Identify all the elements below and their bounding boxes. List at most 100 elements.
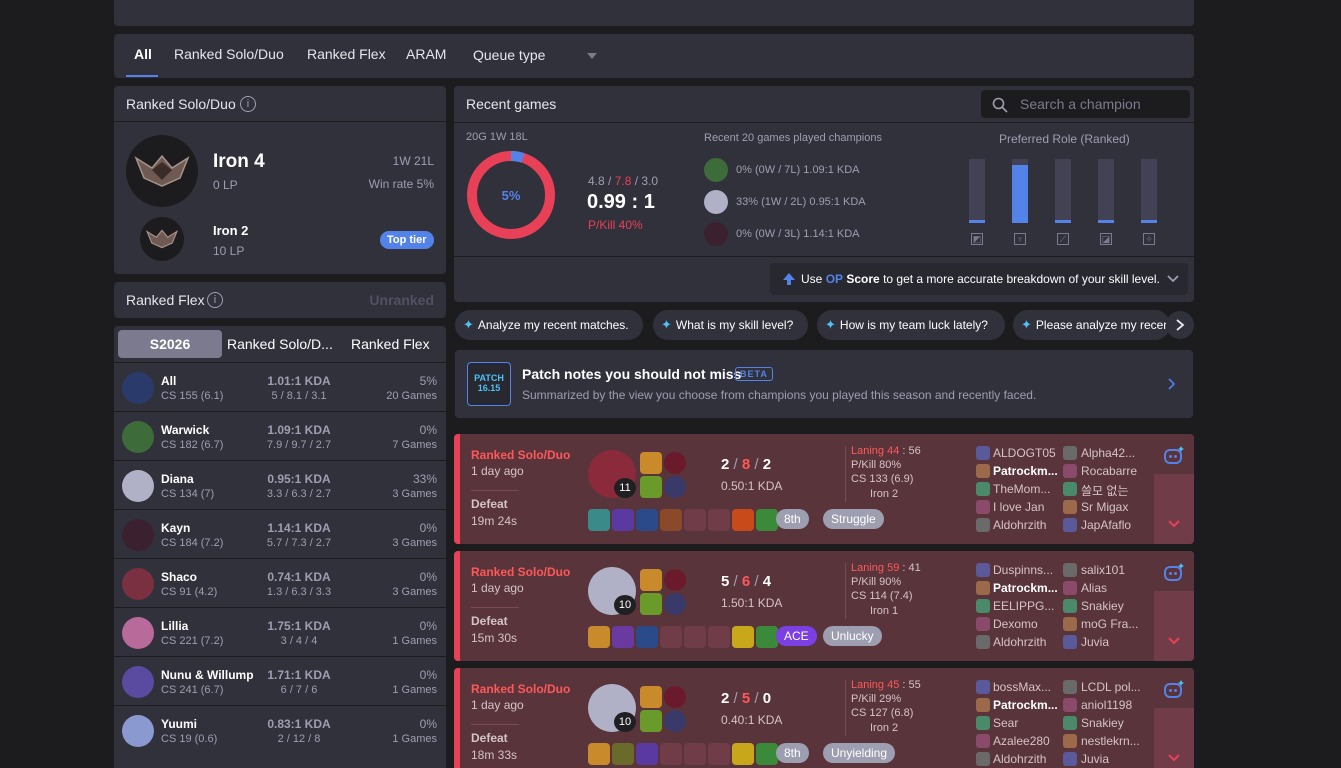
player-name[interactable]: JapAfaflo bbox=[1081, 518, 1151, 532]
tab-season-flex[interactable]: Ranked Flex bbox=[351, 336, 430, 352]
item-slot[interactable] bbox=[708, 743, 730, 765]
champion-name: Shaco bbox=[161, 570, 198, 584]
player-champion-icon bbox=[976, 563, 990, 577]
player-name[interactable]: Aldohrzith bbox=[993, 518, 1067, 532]
player-name[interactable]: Alpha42... bbox=[1081, 446, 1151, 460]
search-input[interactable]: Search a champion bbox=[1020, 96, 1141, 112]
patch-notes-card[interactable]: PATCH 16.15 Patch notes you should not m… bbox=[455, 350, 1193, 418]
tab-all[interactable]: All bbox=[134, 46, 152, 62]
ai-analyze-icon[interactable] bbox=[1162, 444, 1186, 468]
item-slot[interactable] bbox=[684, 626, 706, 648]
player-name[interactable]: Patrockm... bbox=[993, 464, 1067, 478]
tab-aram[interactable]: ARAM bbox=[406, 46, 446, 62]
player-name[interactable]: bossMax... bbox=[993, 680, 1067, 694]
player-name[interactable]: Azalee280 bbox=[993, 734, 1067, 748]
player-name[interactable]: Juvia bbox=[1081, 752, 1151, 766]
player-champion-icon bbox=[976, 599, 990, 613]
player-name[interactable]: ALDOGT05 bbox=[993, 446, 1067, 460]
player-name[interactable]: nestlekrn... bbox=[1081, 734, 1151, 748]
champion-stat-row[interactable]: Kayn CS 184 (7.2) 1.14:1 KDA 5.7 / 7.3 / 2.… bbox=[114, 509, 446, 558]
info-icon[interactable]: i bbox=[207, 292, 223, 308]
player-name[interactable]: Snakiey bbox=[1081, 599, 1151, 613]
op-score-text: Use OP Score to get a more accurate brea… bbox=[801, 272, 1160, 286]
item-slot[interactable] bbox=[684, 509, 706, 531]
player-name[interactable]: Sear bbox=[993, 716, 1067, 730]
player-name[interactable]: Aldohrzith bbox=[993, 752, 1067, 766]
item-slot[interactable] bbox=[588, 509, 610, 531]
champion-stat-row[interactable]: Yuumi CS 19 (0.6) 0.83:1 KDA 2 / 12 / 8 0% 1 … bbox=[114, 705, 446, 754]
player-name[interactable]: 쓸모 없는 bbox=[1081, 482, 1151, 499]
queue-type-select[interactable]: Queue type bbox=[460, 34, 600, 78]
tab-ranked-flex[interactable]: Ranked Flex bbox=[307, 46, 386, 62]
match-card[interactable]: Ranked Solo/Duo 1 day ago Defeat 19m 24s 11 2… bbox=[454, 434, 1194, 544]
champion-stat-row[interactable]: All CS 155 (6.1) 1.01:1 KDA 5 / 8.1 / 3.1 5%… bbox=[114, 362, 446, 411]
item-slot[interactable] bbox=[756, 743, 778, 765]
item-slot[interactable] bbox=[636, 743, 658, 765]
item-slot[interactable] bbox=[756, 509, 778, 531]
ai-chip-analyze[interactable]: ✦ Analyze my recent matches. bbox=[455, 310, 643, 340]
chips-next-button[interactable] bbox=[1166, 311, 1194, 339]
player-name[interactable]: Patrockm... bbox=[993, 581, 1067, 595]
item-slot[interactable] bbox=[732, 509, 754, 531]
player-name[interactable]: TheMom... bbox=[993, 482, 1067, 496]
item-slot[interactable] bbox=[588, 626, 610, 648]
item-slot[interactable] bbox=[732, 626, 754, 648]
champion-cs: CS 221 (7.2) bbox=[161, 635, 224, 647]
ai-analyze-icon[interactable] bbox=[1162, 561, 1186, 585]
ai-chip-luck[interactable]: ✦ How is my team luck lately? bbox=[817, 310, 1005, 340]
tab-season-solo[interactable]: Ranked Solo/D... bbox=[227, 336, 333, 352]
item-slot[interactable] bbox=[660, 626, 682, 648]
champion-stat-row[interactable]: Diana CS 134 (7) 0.95:1 KDA 3.3 / 6.3 / 2.7… bbox=[114, 460, 446, 509]
player-name[interactable]: Sr Migax bbox=[1081, 500, 1151, 514]
player-name[interactable]: Duspinns... bbox=[993, 563, 1067, 577]
champion-stat-row[interactable]: Lillia CS 221 (7.2) 1.75:1 KDA 3 / 4 / 4 0% 1… bbox=[114, 607, 446, 656]
match-ai-area[interactable] bbox=[1154, 551, 1194, 591]
player-name[interactable]: aniol1198 bbox=[1081, 698, 1151, 712]
champion-stat-row[interactable]: Warwick CS 182 (6.7) 1.09:1 KDA 7.9 / 9.7 /… bbox=[114, 411, 446, 460]
match-pkill: P/Kill 29% bbox=[851, 693, 902, 705]
match-ai-area[interactable] bbox=[1154, 668, 1194, 708]
player-name[interactable]: moG Fra... bbox=[1081, 617, 1151, 631]
item-slot[interactable] bbox=[612, 509, 634, 531]
player-name[interactable]: Snakiey bbox=[1081, 716, 1151, 730]
player-name[interactable]: EELIPPG... bbox=[993, 599, 1067, 613]
player-name[interactable]: Alias bbox=[1081, 581, 1151, 595]
tab-ranked-solo[interactable]: Ranked Solo/Duo bbox=[174, 46, 284, 62]
player-name[interactable]: Aldohrzith bbox=[993, 635, 1067, 649]
item-slot[interactable] bbox=[660, 743, 682, 765]
item-slot[interactable] bbox=[732, 743, 754, 765]
match-expand-area[interactable] bbox=[1154, 551, 1194, 661]
item-slot[interactable] bbox=[636, 509, 658, 531]
item-slot[interactable] bbox=[756, 626, 778, 648]
ai-chip-skill[interactable]: ✦ What is my skill level? bbox=[653, 310, 808, 340]
item-slot[interactable] bbox=[612, 626, 634, 648]
player-name[interactable]: Rocabarre bbox=[1081, 464, 1151, 478]
champion-stat-row[interactable]: Shaco CS 91 (4.2) 0.74:1 KDA 1.3 / 6.3 / 3.… bbox=[114, 558, 446, 607]
match-ai-area[interactable] bbox=[1154, 434, 1194, 474]
player-name[interactable]: Dexomo bbox=[993, 617, 1067, 631]
champion-stat-row[interactable]: Nunu & Willump CS 241 (6.7) 1.71:1 KDA 6 / … bbox=[114, 656, 446, 705]
item-slot[interactable] bbox=[708, 509, 730, 531]
ai-analyze-icon[interactable] bbox=[1162, 678, 1186, 702]
item-slot[interactable] bbox=[612, 743, 634, 765]
item-slot[interactable] bbox=[660, 509, 682, 531]
op-score-banner[interactable]: Use OP Score to get a more accurate brea… bbox=[770, 263, 1188, 295]
match-card[interactable]: Ranked Solo/Duo 1 day ago Defeat 18m 33s 10 2… bbox=[454, 668, 1194, 768]
champion-search[interactable]: Search a champion bbox=[981, 90, 1190, 118]
player-name[interactable]: Patrockm... bbox=[993, 698, 1067, 712]
player-name[interactable]: salix101 bbox=[1081, 563, 1151, 577]
item-slot[interactable] bbox=[684, 743, 706, 765]
item-slot[interactable] bbox=[636, 626, 658, 648]
role-bar bbox=[1098, 159, 1114, 223]
ai-chip-analyze-more[interactable]: ✦ Please analyze my recen bbox=[1013, 310, 1170, 340]
tab-season[interactable]: S2026 bbox=[118, 330, 222, 358]
item-slot[interactable] bbox=[588, 743, 610, 765]
match-card[interactable]: Ranked Solo/Duo 1 day ago Defeat 15m 30s 10 5… bbox=[454, 551, 1194, 661]
player-name[interactable]: LCDL pol... bbox=[1081, 680, 1151, 694]
info-icon[interactable]: i bbox=[240, 96, 256, 112]
player-name[interactable]: Juvia bbox=[1081, 635, 1151, 649]
player-name[interactable]: I love Jan bbox=[993, 500, 1067, 514]
match-expand-area[interactable] bbox=[1154, 434, 1194, 544]
item-slot[interactable] bbox=[708, 626, 730, 648]
match-expand-area[interactable] bbox=[1154, 668, 1194, 768]
